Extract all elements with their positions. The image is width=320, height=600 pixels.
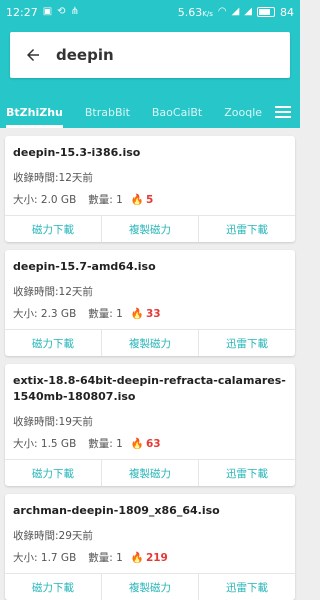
result-stats: 大小: 1.7 GB 數量: 1 🔥 219	[13, 547, 287, 569]
sync-icon: ⟲	[57, 6, 66, 17]
thunder-download-button[interactable]: 迅雷下載	[199, 460, 295, 486]
magnet-download-button[interactable]: 磁力下載	[5, 330, 102, 356]
image-icon: ▣	[42, 6, 53, 17]
signal-icon-2: ◢	[244, 6, 252, 17]
copy-magnet-button[interactable]: 複製磁力	[102, 216, 199, 242]
flame-icon: 🔥	[130, 194, 144, 206]
tab-btzhizhu[interactable]: BtZhiZhu	[6, 106, 63, 128]
indexed-time: 收錄時間:19天前	[13, 416, 93, 428]
file-size: 大小: 1.5 GB	[13, 438, 77, 450]
result-actions: 磁力下載 複製磁力 迅雷下載	[5, 459, 295, 486]
status-bar: 12:27 ▣ ⟲ ⋔ 5.63K/s ◠ ◢ ◢ 84	[0, 0, 300, 24]
heat-indicator: 🔥 63	[131, 433, 161, 455]
file-count: 數量: 1	[88, 552, 123, 564]
result-title[interactable]: deepin-15.7-amd64.iso	[13, 259, 287, 275]
thunder-download-button[interactable]: 迅雷下載	[199, 330, 295, 356]
heat-indicator: 🔥 5	[131, 189, 153, 211]
result-stats: 大小: 2.0 GB 數量: 1 🔥 5	[13, 189, 287, 211]
back-arrow-icon[interactable]	[10, 46, 56, 64]
file-count: 數量: 1	[88, 194, 123, 206]
copy-magnet-button[interactable]: 複製磁力	[102, 330, 199, 356]
tab-baocaibt[interactable]: BaoCaiBt	[152, 106, 202, 119]
file-count: 數量: 1	[88, 308, 123, 320]
search-bar: deepin	[10, 32, 290, 78]
result-card: deepin-15.3-i386.iso 收錄時間:12天前 大小: 2.0 G…	[5, 136, 295, 242]
results-list: deepin-15.3-i386.iso 收錄時間:12天前 大小: 2.0 G…	[0, 128, 300, 600]
flame-icon: 🔥	[130, 438, 144, 450]
result-actions: 磁力下載 複製磁力 迅雷下載	[5, 329, 295, 356]
magnet-download-button[interactable]: 磁力下載	[5, 216, 102, 242]
result-actions: 磁力下載 複製磁力 迅雷下載	[5, 215, 295, 242]
battery-icon	[257, 7, 275, 17]
file-size: 大小: 2.0 GB	[13, 194, 77, 206]
app-header: deepin	[0, 24, 300, 96]
result-card: deepin-15.7-amd64.iso 收錄時間:12天前 大小: 2.3 …	[5, 250, 295, 356]
result-stats: 大小: 2.3 GB 數量: 1 🔥 33	[13, 303, 287, 325]
indexed-time: 收錄時間:12天前	[13, 172, 93, 184]
indexed-time: 收錄時間:29天前	[13, 530, 93, 542]
magnet-download-button[interactable]: 磁力下載	[5, 460, 102, 486]
share-icon: ⋔	[70, 6, 79, 17]
source-tabs: BtZhiZhu BtrabBit BaoCaiBt Zooqle B	[0, 96, 300, 128]
result-actions: 磁力下載 複製磁力 迅雷下載	[5, 573, 295, 600]
tab-btrabbit[interactable]: BtrabBit	[85, 106, 130, 119]
battery-level: 84	[280, 5, 294, 19]
result-title[interactable]: deepin-15.3-i386.iso	[13, 145, 287, 161]
thunder-download-button[interactable]: 迅雷下載	[199, 574, 295, 600]
file-size: 大小: 2.3 GB	[13, 308, 77, 320]
copy-magnet-button[interactable]: 複製磁力	[102, 574, 199, 600]
flame-icon: 🔥	[130, 552, 144, 564]
wifi-icon: ◠	[217, 6, 227, 17]
heat-indicator: 🔥 33	[131, 303, 161, 325]
result-title[interactable]: extix-18.8-64bit-deepin-refracta-calamar…	[13, 373, 287, 405]
indexed-time: 收錄時間:12天前	[13, 286, 93, 298]
status-time: 12:27	[6, 5, 38, 19]
menu-icon[interactable]	[266, 96, 300, 128]
file-count: 數量: 1	[88, 438, 123, 450]
network-speed: 5.63K/s	[177, 5, 213, 19]
flame-icon: 🔥	[130, 308, 144, 320]
tab-zooqle[interactable]: Zooqle	[224, 106, 262, 119]
heat-indicator: 🔥 219	[131, 547, 168, 569]
file-size: 大小: 1.7 GB	[13, 552, 77, 564]
magnet-download-button[interactable]: 磁力下載	[5, 574, 102, 600]
thunder-download-button[interactable]: 迅雷下載	[199, 216, 295, 242]
result-stats: 大小: 1.5 GB 數量: 1 🔥 63	[13, 433, 287, 455]
result-card: archman-deepin-1809_x86_64.iso 收錄時間:29天前…	[5, 494, 295, 600]
signal-icon: ◢	[231, 6, 240, 17]
copy-magnet-button[interactable]: 複製磁力	[102, 460, 199, 486]
search-input[interactable]: deepin	[56, 46, 114, 64]
result-card: extix-18.8-64bit-deepin-refracta-calamar…	[5, 364, 295, 486]
result-title[interactable]: archman-deepin-1809_x86_64.iso	[13, 503, 287, 519]
